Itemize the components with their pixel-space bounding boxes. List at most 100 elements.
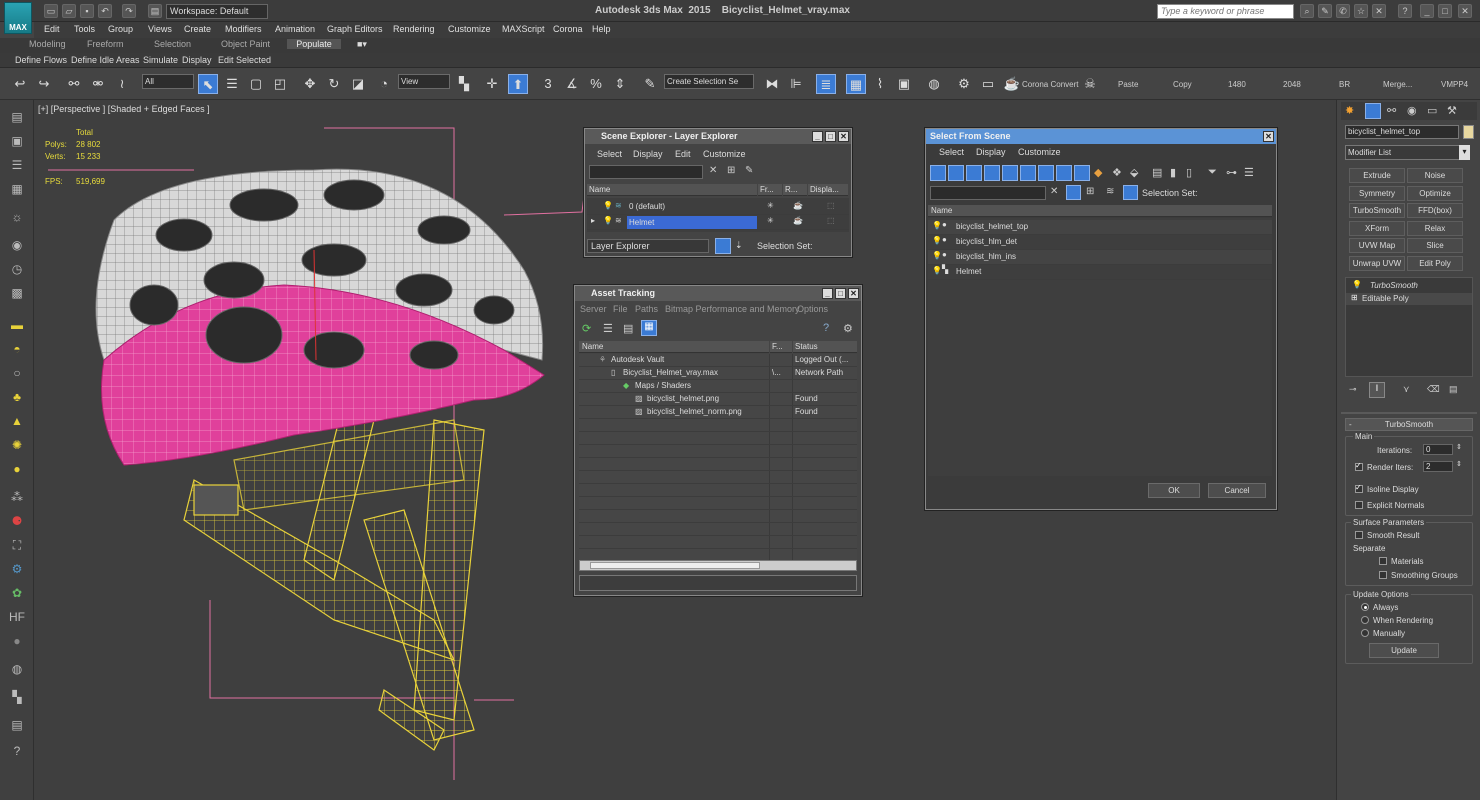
- simulate-button[interactable]: Simulate: [143, 55, 178, 65]
- render-icon[interactable]: ▣: [8, 132, 26, 150]
- menu-maxscript[interactable]: MAXScript: [502, 24, 545, 34]
- align-icon[interactable]: ⊫: [786, 74, 806, 94]
- particles-icon[interactable]: ⁂: [8, 488, 26, 506]
- menu-create[interactable]: Create: [184, 24, 211, 34]
- unwrap-uvw-button[interactable]: Unwrap UVW: [1349, 256, 1405, 271]
- mirror-icon[interactable]: ⧓: [762, 74, 782, 94]
- minimize-window-icon[interactable]: _: [1420, 4, 1434, 18]
- light-bulb-icon[interactable]: 💡: [603, 201, 613, 210]
- display-references-icon[interactable]: ❖: [1112, 166, 1122, 179]
- named-selection-sets-dropdown[interactable]: Create Selection Se: [664, 74, 754, 89]
- menu-corona[interactable]: Corona: [553, 24, 583, 34]
- help-search-input[interactable]: Type a keyword or phrase: [1157, 4, 1294, 19]
- unlink-icon[interactable]: ⚮: [88, 74, 108, 94]
- select-none-icon[interactable]: ▯: [1186, 166, 1192, 179]
- list-item[interactable]: 💡 ≋ 0 (default) ✳ ☕ ⬚: [587, 200, 849, 215]
- configure-sets-icon[interactable]: ▤: [1449, 384, 1458, 395]
- list-icon[interactable]: ☰: [8, 156, 26, 174]
- display-box-icon[interactable]: ⬚: [827, 216, 835, 225]
- maximize-window-icon[interactable]: □: [1438, 4, 1452, 18]
- help-icon[interactable]: ?: [1398, 4, 1412, 18]
- paste-button[interactable]: Paste: [1118, 80, 1138, 89]
- material-editor-icon[interactable]: ◍: [924, 74, 944, 94]
- layer-options-icon[interactable]: ☰: [1244, 166, 1254, 179]
- close-icon[interactable]: ✕: [838, 131, 849, 142]
- sfs-menu-select[interactable]: Select: [939, 147, 964, 157]
- se-col-name[interactable]: Name: [587, 184, 757, 196]
- at-menu-file[interactable]: File: [613, 304, 628, 314]
- exchange-icon[interactable]: ✕: [1372, 4, 1386, 18]
- move-icon[interactable]: ✥: [300, 74, 320, 94]
- se-menu-edit[interactable]: Edit: [675, 149, 691, 159]
- remove-modifier-icon[interactable]: ⌫: [1427, 384, 1440, 395]
- expand-plus-icon[interactable]: ⊞: [1351, 293, 1358, 302]
- invert-icon[interactable]: ⬙: [1130, 166, 1138, 179]
- menu-graph-editors[interactable]: Graph Editors: [327, 24, 383, 34]
- scrollbar-thumb[interactable]: [590, 562, 760, 569]
- create-tab-icon[interactable]: ✸: [1345, 104, 1354, 117]
- checker-icon[interactable]: ▚: [8, 688, 26, 706]
- at-col-name[interactable]: Name: [579, 341, 769, 353]
- select-object-icon[interactable]: ⬉: [198, 74, 218, 94]
- tab-object-paint[interactable]: Object Paint: [221, 39, 270, 49]
- list-item[interactable]: 💡 ● bicyclist_helmet_top: [928, 220, 1272, 235]
- sfs-selection-set-label[interactable]: Selection Set:: [1142, 188, 1198, 198]
- new-file-icon[interactable]: ▭: [44, 4, 58, 18]
- light-bulb-icon[interactable]: 💡: [932, 236, 942, 245]
- layer-toggle-icon[interactable]: [715, 238, 731, 254]
- layer-explorer-dropdown[interactable]: Layer Explorer: [587, 239, 709, 253]
- horizontal-scrollbar[interactable]: [579, 560, 857, 571]
- edit-named-selection-icon[interactable]: ✎: [640, 74, 660, 94]
- cancel-button[interactable]: Cancel: [1208, 483, 1266, 498]
- select-all-icon[interactable]: ▮: [1170, 166, 1176, 179]
- xref-filter-icon[interactable]: [1056, 165, 1072, 181]
- grid-view-icon[interactable]: ▦: [641, 320, 657, 336]
- close-window-icon[interactable]: ✕: [1458, 4, 1472, 18]
- turbosmooth-button[interactable]: TurboSmooth: [1349, 203, 1405, 218]
- relax-button[interactable]: Relax: [1407, 221, 1463, 236]
- layer-add-icon[interactable]: ✎: [745, 165, 753, 176]
- list-item[interactable]: ▸ 💡 ≋ Helmet ✳ ☕ ⬚: [587, 215, 849, 230]
- group-filter-icon[interactable]: [1038, 165, 1054, 181]
- menu-animation[interactable]: Animation: [275, 24, 315, 34]
- spinner-arrows-icon[interactable]: ⇕: [1456, 443, 1462, 451]
- light-bulb-icon[interactable]: 💡: [932, 251, 942, 260]
- schematic-view-icon[interactable]: ▣: [894, 74, 914, 94]
- select-manipulate-icon[interactable]: ✛: [482, 74, 502, 94]
- sfs-search-input[interactable]: [930, 186, 1046, 200]
- hemisphere-icon[interactable]: ◓: [8, 340, 26, 358]
- render-teapot-icon[interactable]: ☕: [793, 201, 803, 210]
- se-col-display[interactable]: Displa...: [808, 184, 848, 196]
- box-icon[interactable]: ▬: [8, 316, 26, 334]
- tab-selection[interactable]: Selection: [154, 39, 191, 49]
- sort-list-icon[interactable]: ▤: [1152, 166, 1162, 179]
- table-view-icon[interactable]: ▤: [623, 322, 633, 335]
- chevron-down-icon[interactable]: ▾: [1459, 145, 1470, 160]
- width-1480-button[interactable]: 1480: [1228, 80, 1246, 89]
- spacewarp-filter-icon[interactable]: [1020, 165, 1036, 181]
- place-icon[interactable]: ◔: [374, 74, 394, 94]
- minimize-icon[interactable]: _: [812, 131, 823, 142]
- window-crossing-icon[interactable]: ◰: [270, 74, 290, 94]
- object-color-swatch[interactable]: [1463, 125, 1474, 139]
- br-button[interactable]: BR: [1339, 80, 1350, 89]
- project-folder-icon[interactable]: ▤: [148, 4, 162, 18]
- scene-explorer-titlebar[interactable]: Scene Explorer - Layer Explorer _ □ ✕: [585, 129, 851, 144]
- gear-icon[interactable]: ⚙: [8, 560, 26, 578]
- clear-icon[interactable]: ✕: [1050, 186, 1058, 197]
- layer-name-selected[interactable]: Helmet: [627, 216, 757, 229]
- bone-filter-icon[interactable]: [1074, 165, 1090, 181]
- render-teapot-icon[interactable]: ☕: [1002, 74, 1022, 94]
- explicit-normals-checkbox[interactable]: [1355, 501, 1363, 509]
- menu-rendering[interactable]: Rendering: [393, 24, 435, 34]
- tab-modeling[interactable]: Modeling: [29, 39, 66, 49]
- search-icon[interactable]: ⌕: [1300, 4, 1314, 18]
- curve-editor-icon[interactable]: ⌇: [870, 74, 890, 94]
- list-item[interactable]: 💡 ▚ Helmet: [928, 265, 1272, 280]
- help-icon[interactable]: ?: [823, 322, 829, 334]
- menu-tools[interactable]: Tools: [74, 24, 95, 34]
- stack-item-editable-poly[interactable]: ⊞ Editable Poly: [1346, 293, 1472, 305]
- viewport-label[interactable]: [+] [Perspective ] [Shaded + Edged Faces…: [38, 104, 210, 114]
- se-menu-display[interactable]: Display: [633, 149, 663, 159]
- ffd-box-button[interactable]: FFD(box): [1407, 203, 1463, 218]
